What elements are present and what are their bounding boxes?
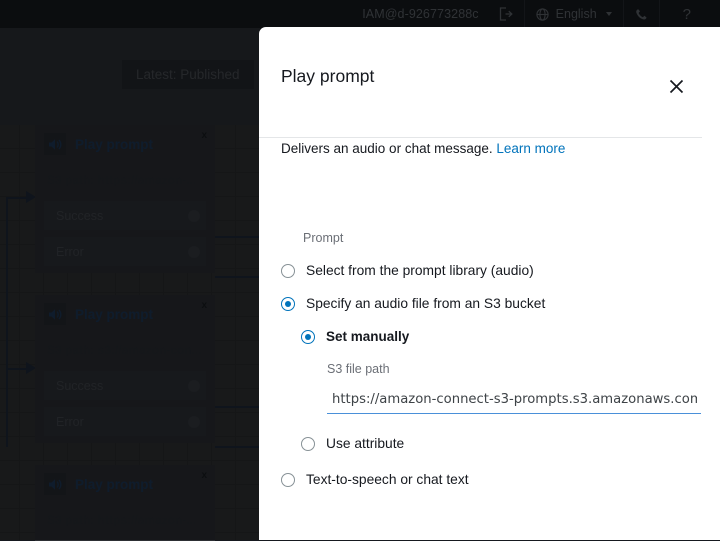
modal-header: Play prompt [259, 27, 720, 110]
radio-indicator[interactable] [281, 264, 295, 278]
radio-indicator[interactable] [301, 330, 315, 344]
s3-file-path-label: S3 file path [327, 362, 698, 376]
modal-description: Delivers an audio or chat message. Learn… [281, 141, 698, 156]
radio-indicator[interactable] [301, 437, 315, 451]
s3-file-path-input[interactable] [327, 388, 701, 414]
radio-label: Text-to-speech or chat text [306, 472, 469, 487]
radio-option-prompt-library[interactable]: Select from the prompt library (audio) [281, 263, 698, 278]
radio-option-use-attribute[interactable]: Use attribute [301, 436, 698, 451]
s3-file-path-group: S3 file path [327, 362, 698, 414]
radio-label: Set manually [326, 329, 409, 344]
radio-option-text-to-speech[interactable]: Text-to-speech or chat text [281, 472, 698, 487]
learn-more-link[interactable]: Learn more [496, 141, 565, 156]
radio-label: Specify an audio file from an S3 bucket [306, 296, 545, 311]
radio-indicator[interactable] [281, 473, 295, 487]
modal-body: Delivers an audio or chat message. Learn… [259, 110, 720, 487]
radio-option-s3-bucket[interactable]: Specify an audio file from an S3 bucket [281, 296, 698, 311]
play-prompt-modal: Play prompt Delivers an audio or chat me… [259, 27, 720, 540]
radio-option-set-manually[interactable]: Set manually [301, 329, 698, 344]
radio-indicator[interactable] [281, 297, 295, 311]
modal-title: Play prompt [281, 66, 374, 87]
radio-label: Use attribute [326, 436, 404, 451]
close-icon[interactable] [665, 75, 687, 97]
prompt-section-label: Prompt [303, 231, 698, 245]
radio-label: Select from the prompt library (audio) [306, 263, 534, 278]
modal-description-text: Delivers an audio or chat message. [281, 141, 493, 156]
modal-divider [259, 137, 702, 138]
